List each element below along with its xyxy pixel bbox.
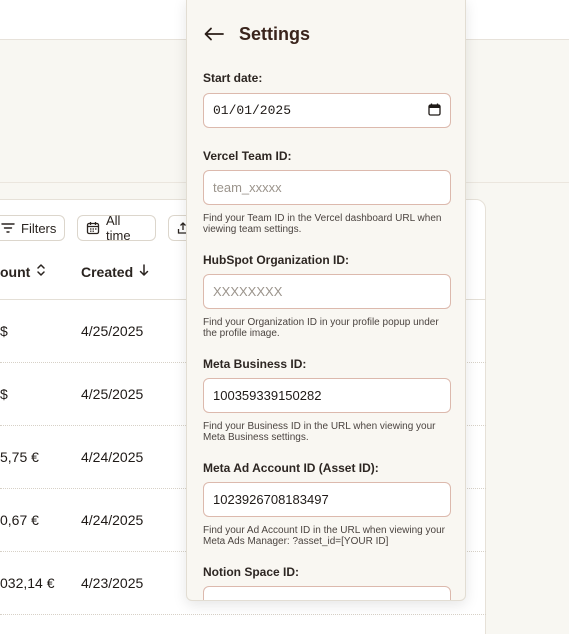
filter-icon [1,222,15,234]
arrow-down-icon [139,263,149,280]
row-divider [0,614,486,615]
meta-business-id-help: Find your Business ID in the URL when vi… [203,421,436,443]
cell-amount: 5,75 € [0,449,39,465]
settings-title: Settings [239,23,311,44]
start-date-label: Start date: [203,71,263,85]
column-header-amount-label: ount [0,263,31,280]
date-range-label: All time [106,213,131,243]
column-header-created[interactable]: Created [81,263,149,280]
meta-ad-account-id-input[interactable]: 1023926708183497 [203,482,451,517]
meta-ad-account-id-value: 1023926708183497 [213,492,329,507]
notion-space-id-input[interactable] [203,586,451,600]
meta-business-id-input[interactable]: 100359339150282 [203,378,451,413]
column-header-amount[interactable]: ount [0,263,46,280]
meta-ad-account-id-label: Meta Ad Account ID (Asset ID): [203,461,379,475]
cell-amount: $ [0,386,8,402]
calendar-icon[interactable] [428,103,441,119]
sort-icon [36,263,46,280]
vercel-team-id-label: Vercel Team ID: [203,149,292,163]
vercel-team-id-help: Find your Team ID in the Vercel dashboar… [203,213,442,235]
start-date-value: 01/01/2025 [213,103,292,118]
hubspot-org-id-input[interactable]: XXXXXXXX [203,274,451,309]
vercel-team-id-input[interactable]: team_xxxxx [203,170,451,205]
column-header-created-label: Created [81,263,134,280]
cell-amount: $ [0,323,8,339]
meta-ad-account-id-help: Find your Ad Account ID in the URL when … [203,525,445,547]
calendar-icon [86,221,100,235]
filters-button-label: Filters [21,220,57,236]
cell-created: 4/25/2025 [81,386,144,402]
cell-amount: 032,14 € [0,575,55,591]
hubspot-org-id-placeholder: XXXXXXXX [213,284,283,299]
hubspot-org-id-help: Find your Organization ID in your profil… [203,317,439,339]
cell-created: 4/25/2025 [81,323,144,339]
cell-created: 4/23/2025 [81,575,144,591]
date-range-button[interactable]: All time [77,213,156,243]
hubspot-org-id-label: HubSpot Organization ID: [203,253,349,267]
start-date-input[interactable]: 01/01/2025 [203,93,451,128]
meta-business-id-value: 100359339150282 [213,388,322,403]
cell-amount: 0,67 € [0,512,39,528]
arrow-left-icon[interactable] [203,23,225,45]
settings-header: Settings [203,23,310,45]
meta-business-id-label: Meta Business ID: [203,357,307,371]
vercel-team-id-placeholder: team_xxxxx [213,180,282,195]
filters-button[interactable]: Filters [0,215,65,241]
cell-created: 4/24/2025 [81,449,144,465]
cell-created: 4/24/2025 [81,512,144,528]
settings-panel: Settings Start date: 01/01/2025 Vercel T… [186,0,466,601]
notion-space-id-label: Notion Space ID: [203,565,300,579]
